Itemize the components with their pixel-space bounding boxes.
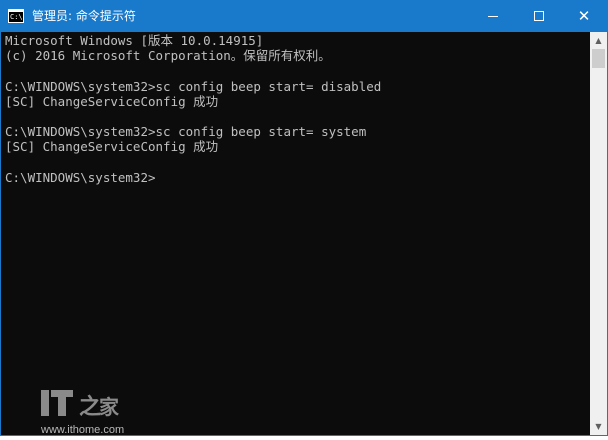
close-icon: ✕ <box>577 7 591 25</box>
scroll-down-icon[interactable]: ▼ <box>590 418 607 435</box>
minimize-icon <box>488 16 498 17</box>
cmd-icon-label: C:\ <box>9 12 23 22</box>
cmd-app-icon[interactable]: C:\ <box>8 9 24 23</box>
console-text: Microsoft Windows [版本 10.0.14915] (c) 201… <box>5 33 381 185</box>
console-prompt-line: C:\WINDOWS\system32> <box>5 169 156 185</box>
scroll-up-icon[interactable]: ▲ <box>590 32 607 49</box>
close-button[interactable]: ✕ <box>561 1 607 32</box>
maximize-button[interactable] <box>516 1 562 32</box>
console-line: C:\WINDOWS\system32>sc config beep start… <box>5 124 367 140</box>
command-prompt-window: C:\ 管理员: 命令提示符 ✕ Microsoft Windows [版本 1… <box>0 0 608 436</box>
ithome-watermark: 之 家 www.ithome.com <box>41 388 141 440</box>
console-output-area[interactable]: Microsoft Windows [版本 10.0.14915] (c) 201… <box>1 32 590 436</box>
console-line: [SC] ChangeServiceConfig 成功 <box>5 139 219 155</box>
console-line: Microsoft Windows [版本 10.0.14915] <box>5 33 264 48</box>
watermark-url: www.ithome.com <box>41 424 125 436</box>
console-line: [SC] ChangeServiceConfig 成功 <box>5 93 219 109</box>
window-title: 管理员: 命令提示符 <box>32 9 136 23</box>
vertical-scrollbar[interactable]: ▲ ▼ <box>590 32 607 435</box>
scroll-thumb[interactable] <box>592 49 605 68</box>
console-line: C:\WINDOWS\system32>sc config beep start… <box>5 78 382 94</box>
console-line: (c) 2016 Microsoft Corporation。保留所有权利。 <box>5 48 331 64</box>
title-bar[interactable]: C:\ 管理员: 命令提示符 ✕ <box>1 1 607 32</box>
svg-text:之: 之 <box>79 394 101 420</box>
svg-text:家: 家 <box>99 395 120 419</box>
maximize-icon <box>534 11 544 21</box>
minimize-button[interactable] <box>470 1 516 32</box>
ithome-logo: 之 家 <box>41 390 120 420</box>
